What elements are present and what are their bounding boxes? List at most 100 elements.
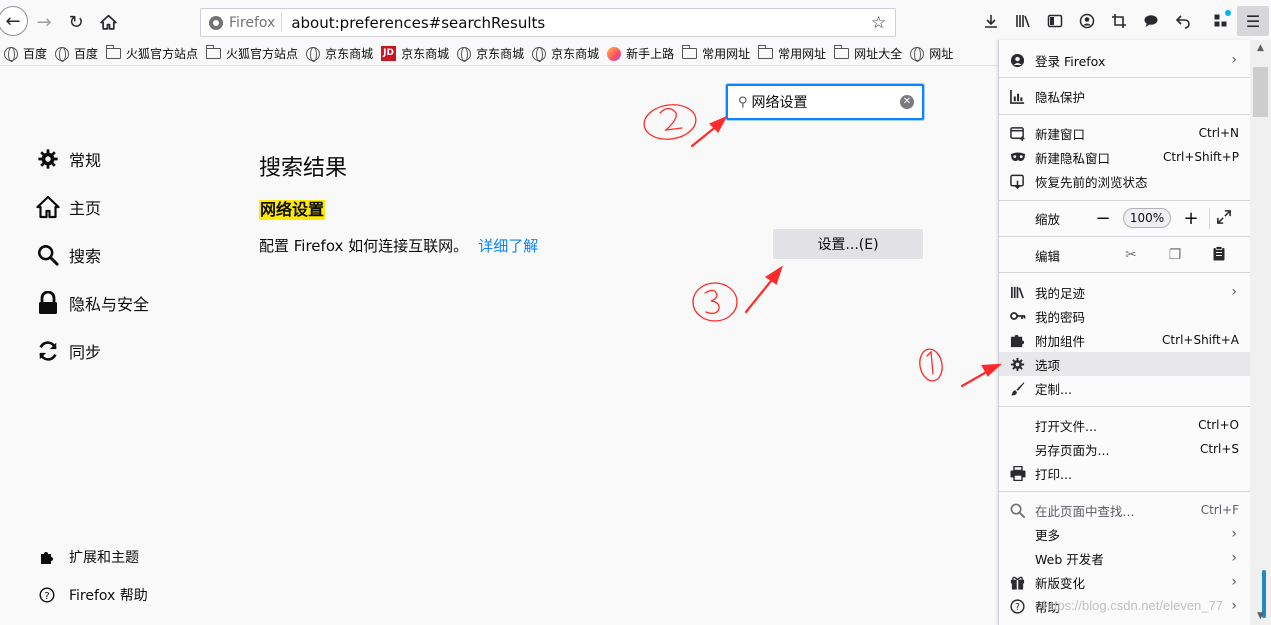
menu-item-label: 恢复先前的浏览状态 [1035, 174, 1148, 190]
menu-item-label: Web 开发者 [1035, 551, 1104, 567]
app-menu-button[interactable]: ☰ [1237, 6, 1269, 36]
copy-icon[interactable]: ❐ [1153, 247, 1197, 263]
reload-button[interactable]: ↻ [62, 8, 90, 36]
connection-settings-button[interactable]: 设置...(E) [773, 229, 923, 259]
bookmark-item[interactable]: 新手上路 [607, 45, 674, 62]
menu-item-new-window[interactable]: 新建窗口 Ctrl+N [999, 121, 1251, 145]
sidebar-item-label: 隐私与安全 [69, 295, 150, 314]
menu-item-privacy[interactable]: 隐私保护 [999, 84, 1251, 108]
library-button[interactable] [1007, 6, 1039, 36]
section-heading: 网络设置 [259, 200, 326, 220]
menu-item-new-private[interactable]: 新建隐私窗口 Ctrl+Shift+P [999, 145, 1251, 169]
sidebar-item-general[interactable]: 常规 [36, 147, 101, 171]
menu-item-label: 新建窗口 [1035, 126, 1086, 142]
home-button[interactable] [94, 8, 122, 36]
preferences-search-input[interactable]: ⚲ 网络设置 ✕ [726, 84, 924, 120]
folder-icon [757, 45, 774, 59]
menu-item-more[interactable]: 更多 › [999, 522, 1251, 546]
bookmark-item[interactable]: 火狐官方站点 [205, 45, 298, 62]
menu-item-save-page[interactable]: 另存页面为... Ctrl+S [999, 437, 1251, 461]
reload-icon: ↻ [68, 11, 84, 33]
sidebar-item-home[interactable]: 主页 [36, 195, 101, 219]
bookmark-item[interactable]: 百度 [4, 45, 47, 62]
bookmark-item[interactable]: 京东商城 [532, 45, 599, 62]
page-title: 搜索结果 [259, 156, 348, 181]
menu-item-whats-new[interactable]: 新版变化 › [999, 570, 1251, 594]
zoom-in-button[interactable]: + [1177, 208, 1205, 229]
bookmark-item[interactable]: JD 京东商城 [381, 45, 449, 62]
scroll-up-arrow[interactable]: ▲ [1250, 40, 1271, 57]
identity-box[interactable]: Firefox [201, 13, 283, 32]
restore-icon [999, 174, 1035, 189]
menu-item-addons[interactable]: 附加组件 Ctrl+Shift+A [999, 328, 1251, 352]
url-bar[interactable]: Firefox about:preferences#searchResults … [200, 8, 896, 37]
clear-search-icon[interactable]: ✕ [900, 95, 914, 109]
menu-item-customize[interactable]: 定制... [999, 376, 1251, 400]
sidebar-help-link[interactable]: ? Firefox 帮助 [38, 585, 148, 605]
screenshot-button[interactable] [1103, 6, 1135, 36]
vertical-scrollbar[interactable]: ▲ ▼ [1250, 40, 1271, 625]
bookmark-star-icon[interactable]: ☆ [871, 13, 895, 33]
bookmark-item[interactable]: 常用网址 [757, 45, 826, 62]
menu-item-library[interactable]: 我的足迹 › [999, 280, 1251, 304]
cut-icon[interactable]: ✂ [1109, 247, 1153, 263]
bookmark-item[interactable]: 京东商城 [306, 45, 373, 62]
sidebar-item-privacy[interactable]: 隐私与安全 [36, 291, 149, 315]
url-input[interactable]: about:preferences#searchResults [282, 14, 871, 32]
menu-item-open-file[interactable]: 打开文件... Ctrl+O [999, 413, 1251, 437]
bookmark-item[interactable]: 常用网址 [681, 45, 750, 62]
extensions-button[interactable] [1205, 6, 1237, 36]
bookmark-item[interactable]: 京东商城 [457, 45, 524, 62]
globe-icon [55, 46, 70, 62]
edit-controls: ✂ ❐ [1109, 245, 1241, 265]
scrollbar-thumb[interactable] [1253, 67, 1268, 117]
bookmark-label: 京东商城 [325, 47, 374, 61]
undo-button[interactable] [1167, 6, 1199, 36]
bookmark-item[interactable]: 网址 [910, 45, 953, 62]
forward-arrow-icon: → [36, 11, 52, 33]
bookmark-item[interactable]: 火狐官方站点 [105, 45, 198, 62]
learn-more-link[interactable]: 详细了解 [478, 237, 538, 255]
menu-separator [999, 77, 1251, 78]
bookmark-label: 百度 [74, 47, 99, 61]
sidebar-item-sync[interactable]: 同步 [36, 339, 101, 363]
downloads-button[interactable] [975, 6, 1007, 36]
zoom-reset-button[interactable]: 100% [1123, 208, 1171, 228]
home-icon [36, 195, 60, 219]
menu-item-web-developer[interactable]: Web 开发者 › [999, 546, 1251, 570]
forward-button[interactable]: → [30, 8, 58, 36]
library-icon [999, 285, 1035, 300]
bookmark-label: 网址 [929, 47, 954, 61]
zoom-out-button[interactable]: − [1089, 208, 1117, 229]
description-text: 配置 Firefox 如何连接互联网。 [259, 237, 469, 255]
menu-item-zoom: 缩放 − 100% + [999, 206, 1251, 230]
sidebar-item-search[interactable]: 搜索 [36, 243, 101, 267]
search-input-value[interactable]: 网络设置 [752, 92, 900, 112]
chat-button[interactable] [1135, 6, 1167, 36]
menu-item-options[interactable]: 选项 [999, 352, 1251, 376]
sidebar-button[interactable] [1039, 6, 1071, 36]
bookmark-item[interactable]: 网址大全 [833, 45, 902, 62]
notification-badge [1225, 10, 1231, 16]
back-button[interactable]: ← [0, 6, 28, 36]
menu-item-restore-session[interactable]: 恢复先前的浏览状态 [999, 169, 1251, 193]
scroll-down-arrow[interactable]: ▼ [1250, 608, 1271, 625]
nav-toolbar: ← → ↻ Firefox about:preferences#searchRe… [0, 0, 1271, 42]
menu-item-find[interactable]: 在此页面中查找... Ctrl+F [999, 498, 1251, 522]
fullscreen-button[interactable] [1209, 207, 1237, 229]
sidebar-extensions-link[interactable]: 扩展和主题 [38, 547, 139, 567]
menu-item-print[interactable]: 打印... [999, 461, 1251, 485]
new-window-icon [999, 126, 1035, 141]
chevron-right-icon: › [1231, 598, 1237, 614]
sidebar-footer-label: 扩展和主题 [69, 550, 139, 566]
account-button[interactable] [1071, 6, 1103, 36]
chevron-right-icon: › [1231, 526, 1237, 542]
menu-item-label: 选项 [1035, 357, 1061, 373]
folder-icon [205, 45, 222, 59]
menu-item-login[interactable]: 登录 Firefox › [999, 48, 1251, 72]
gear-icon [999, 357, 1035, 372]
sidebar-item-label: 同步 [69, 343, 102, 362]
menu-item-passwords[interactable]: 我的密码 [999, 304, 1251, 328]
bookmark-item[interactable]: 百度 [55, 45, 98, 62]
paste-icon[interactable] [1197, 245, 1241, 265]
